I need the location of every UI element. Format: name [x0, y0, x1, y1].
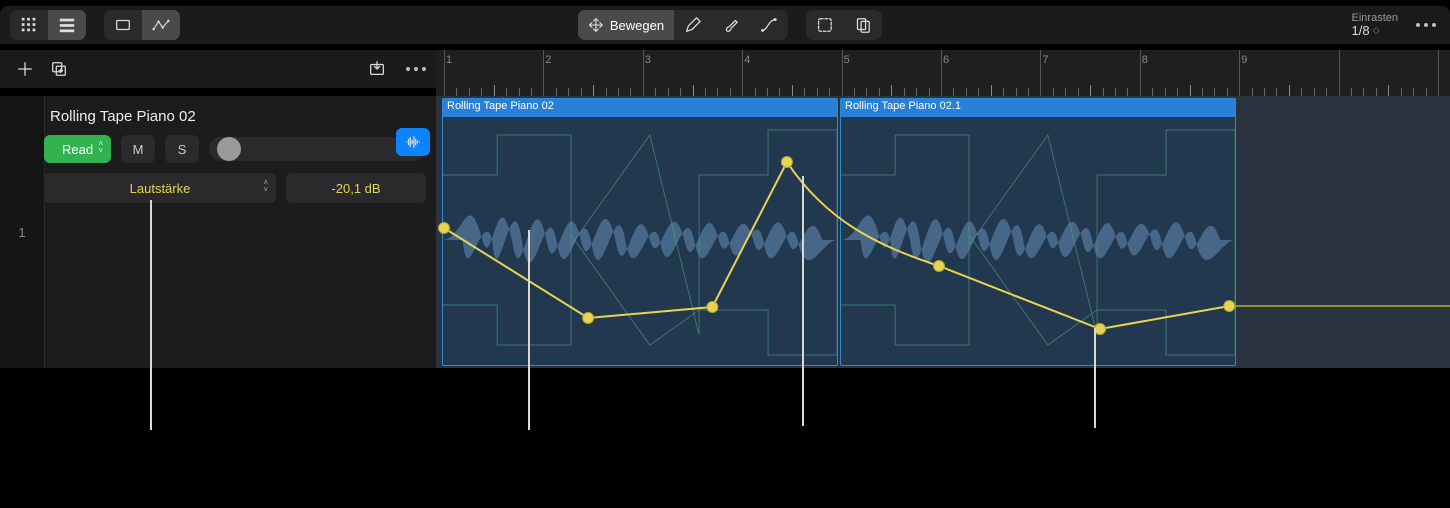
callout-line: [802, 176, 804, 426]
ruler-bar-label: 7: [1042, 54, 1048, 66]
track-number: 1: [0, 96, 45, 368]
callout-line: [150, 200, 152, 430]
ruler-bar-label: 3: [645, 54, 651, 66]
ruler-bar-label: 8: [1142, 54, 1148, 66]
solo-button[interactable]: S: [165, 135, 199, 163]
mute-label: M: [133, 142, 144, 157]
audio-region[interactable]: Rolling Tape Piano 02: [442, 98, 838, 366]
automation-param-select[interactable]: Lautstärke ˄˅: [44, 173, 276, 203]
track-more-icon[interactable]: [406, 67, 426, 71]
volume-slider-knob[interactable]: [217, 137, 241, 161]
ruler-bar-label: 5: [844, 54, 850, 66]
mute-button[interactable]: M: [121, 135, 155, 163]
track-header: 1 Rolling Tape Piano 02 Read ˄˅ M S: [0, 96, 437, 369]
timeline-lane[interactable]: Rolling Tape Piano 02 Rolling Tape Piano…: [436, 96, 1450, 369]
curve-tool-button[interactable]: [750, 10, 788, 40]
ruler-bar-label: 9: [1241, 54, 1247, 66]
ruler-bar-label: 6: [943, 54, 949, 66]
automation-value: -20,1 dB: [331, 181, 380, 196]
track-title: Rolling Tape Piano 02: [50, 108, 426, 125]
snap-setting[interactable]: Einrasten 1/8◇: [1352, 12, 1398, 38]
brush-tool-button[interactable]: [712, 10, 750, 40]
waveform-toggle-button[interactable]: [396, 128, 430, 156]
automation-value-field[interactable]: -20,1 dB: [286, 173, 426, 203]
automation-param-label: Lautstärke: [130, 181, 191, 196]
ruler-bar-label: 1: [446, 54, 452, 66]
list-view-button[interactable]: [48, 10, 86, 40]
move-tool-label: Bewegen: [610, 18, 664, 33]
import-button[interactable]: [360, 54, 394, 84]
callout-line: [1094, 328, 1096, 428]
callout-line: [528, 230, 530, 430]
snap-value: 1/8: [1352, 24, 1370, 38]
more-menu-icon[interactable]: [1416, 23, 1436, 27]
automation-mode-button[interactable]: Read ˄˅: [44, 135, 111, 163]
automation-view-button[interactable]: [142, 10, 180, 40]
timeline-ruler[interactable]: 1 2 3 4 5 6 7 8 9: [436, 50, 1450, 97]
move-tool-button[interactable]: Bewegen: [578, 10, 674, 40]
region-view-button[interactable]: [104, 10, 142, 40]
add-track-button[interactable]: [8, 54, 42, 84]
duplicate-track-button[interactable]: [42, 54, 76, 84]
automation-mode-label: Read: [62, 142, 93, 157]
audio-region[interactable]: Rolling Tape Piano 02.1: [840, 98, 1236, 366]
paste-tool-button[interactable]: [844, 10, 882, 40]
pencil-tool-button[interactable]: [674, 10, 712, 40]
ruler-bar-label: 2: [545, 54, 551, 66]
grid-view-button[interactable]: [10, 10, 48, 40]
ruler-bar-label: 4: [744, 54, 750, 66]
volume-slider[interactable]: [209, 137, 426, 161]
solo-label: S: [178, 142, 187, 157]
marquee-tool-button[interactable]: [806, 10, 844, 40]
